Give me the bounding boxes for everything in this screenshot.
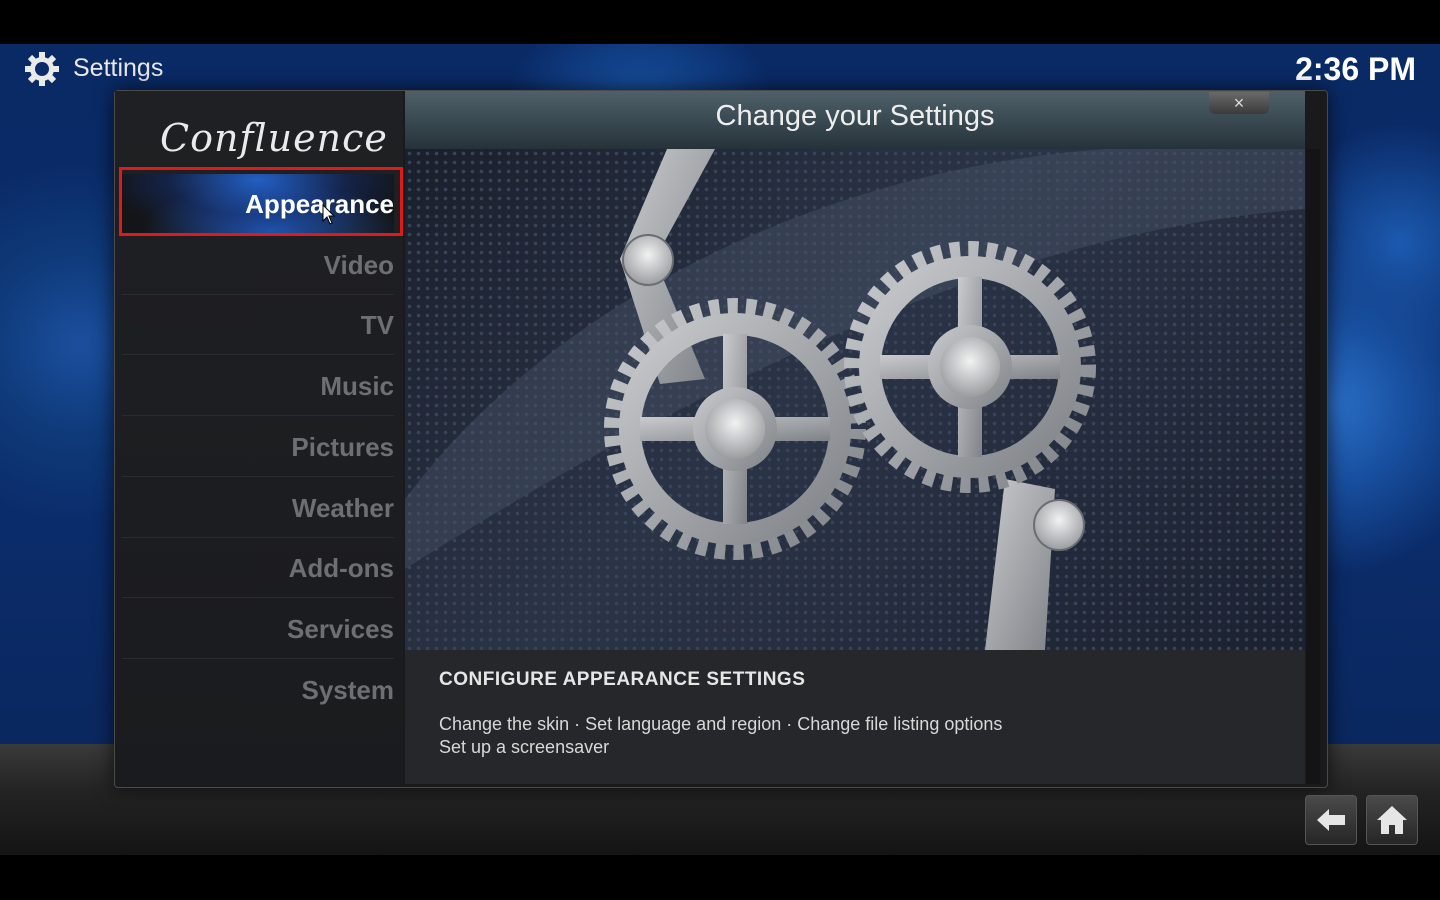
page-title: Settings <box>73 54 164 82</box>
scrollbar[interactable] <box>1306 149 1320 784</box>
content-title: Change your Settings <box>715 100 995 132</box>
selection-highlight <box>119 167 403 236</box>
sidebar-item-weather[interactable]: Weather <box>122 478 394 538</box>
sidebar-item-system[interactable]: System <box>122 660 395 720</box>
gears-artwork <box>405 149 1305 650</box>
confluence-logo: Confluence <box>160 116 388 160</box>
sidebar-item-add-ons[interactable]: Add-ons <box>122 538 394 598</box>
info-heading: CONFIGURE APPEARANCE SETTINGS <box>439 669 806 690</box>
letterbox-top <box>0 0 1440 44</box>
sidebar-item-video[interactable]: Video <box>122 235 394 295</box>
close-button[interactable]: × <box>1209 92 1269 114</box>
gears-illustration <box>405 149 1305 650</box>
info-description-line2: Set up a screensaver <box>439 737 610 757</box>
letterbox-bottom <box>0 855 1440 900</box>
gear-icon <box>25 52 59 86</box>
sidebar-item-music[interactable]: Music <box>122 356 394 416</box>
back-button[interactable] <box>1305 795 1357 845</box>
sidebar-item-tv[interactable]: TV <box>122 295 394 355</box>
home-button[interactable] <box>1366 795 1418 845</box>
info-description-line1: Change the skin · Set language and regio… <box>439 714 1003 734</box>
mouse-cursor-icon <box>322 204 336 225</box>
home-icon <box>1377 806 1407 834</box>
sidebar-item-services[interactable]: Services <box>122 599 394 659</box>
sidebar-item-pictures[interactable]: Pictures <box>122 417 394 477</box>
clock: 2:36 PM <box>1295 51 1416 87</box>
back-arrow-icon <box>1317 809 1345 831</box>
